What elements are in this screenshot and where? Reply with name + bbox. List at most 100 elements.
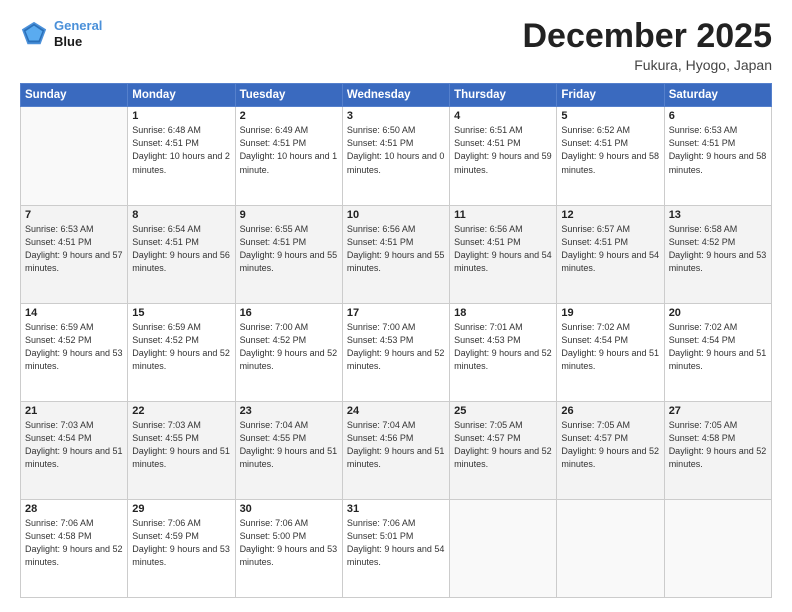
calendar-cell: 18Sunrise: 7:01 AM Sunset: 4:53 PM Dayli… [450, 303, 557, 401]
col-tuesday: Tuesday [235, 84, 342, 107]
day-number: 14 [25, 307, 123, 319]
calendar-cell: 22Sunrise: 7:03 AM Sunset: 4:55 PM Dayli… [128, 401, 235, 499]
calendar-cell: 7 Sunrise: 6:53 AM Sunset: 4:51 PM Daylig… [21, 205, 128, 303]
calendar-cell: 16 Sunrise: 7:00 AM Sunset: 4:52 PM Dayli… [235, 303, 342, 401]
day-info: Sunrise: 7:00 AM Sunset: 4:52 PM Dayligh… [240, 321, 338, 373]
day-number: 1 [132, 110, 230, 122]
col-monday: Monday [128, 84, 235, 107]
day-number: 3 [347, 110, 445, 122]
calendar-cell: 8 Sunrise: 6:54 AM Sunset: 4:51 PM Daylig… [128, 205, 235, 303]
day-number: 28 [25, 503, 123, 515]
calendar-cell: 29 Sunrise: 7:06 AM Sunset: 4:59 PM Dayli… [128, 499, 235, 597]
calendar-cell: 27 Sunrise: 7:05 AM Sunset: 4:58 PM Dayli… [664, 401, 771, 499]
day-number: 13 [669, 209, 767, 221]
day-number: 12 [561, 209, 659, 221]
week-row-4: 21 Sunrise: 7:03 AM Sunset: 4:54 PM Dayli… [21, 401, 772, 499]
day-info: Sunrise: 6:53 AM Sunset: 4:51 PM Dayligh… [25, 223, 123, 275]
calendar-cell: 11Sunrise: 6:56 AM Sunset: 4:51 PM Dayli… [450, 205, 557, 303]
day-number: 23 [240, 405, 338, 417]
day-info: Sunrise: 6:58 AM Sunset: 4:52 PM Dayligh… [669, 223, 767, 275]
day-number: 26 [561, 405, 659, 417]
day-number: 2 [240, 110, 338, 122]
calendar-cell: 13 Sunrise: 6:58 AM Sunset: 4:52 PM Dayli… [664, 205, 771, 303]
day-number: 15 [132, 307, 230, 319]
subtitle: Fukura, Hyogo, Japan [522, 57, 772, 73]
calendar-cell: 26 Sunrise: 7:05 AM Sunset: 4:57 PM Dayli… [557, 401, 664, 499]
calendar-cell: 24Sunrise: 7:04 AM Sunset: 4:56 PM Dayli… [342, 401, 449, 499]
day-info: Sunrise: 6:59 AM Sunset: 4:52 PM Dayligh… [25, 321, 123, 373]
calendar-table: Sunday Monday Tuesday Wednesday Thursday… [20, 83, 772, 598]
day-number: 17 [347, 307, 445, 319]
calendar-cell: 21 Sunrise: 7:03 AM Sunset: 4:54 PM Dayli… [21, 401, 128, 499]
calendar-cell: 15 Sunrise: 6:59 AM Sunset: 4:52 PM Dayli… [128, 303, 235, 401]
calendar-cell [21, 107, 128, 205]
day-info: Sunrise: 7:06 AM Sunset: 4:58 PM Dayligh… [25, 517, 123, 569]
day-info: Sunrise: 7:01 AM Sunset: 4:53 PM Dayligh… [454, 321, 552, 373]
calendar-cell: 17 Sunrise: 7:00 AM Sunset: 4:53 PM Dayli… [342, 303, 449, 401]
day-info: Sunrise: 7:04 AM Sunset: 4:55 PM Dayligh… [240, 419, 338, 471]
title-block: December 2025 Fukura, Hyogo, Japan [522, 18, 772, 73]
day-info: Sunrise: 7:06 AM Sunset: 5:01 PM Dayligh… [347, 517, 445, 569]
week-row-5: 28 Sunrise: 7:06 AM Sunset: 4:58 PM Dayli… [21, 499, 772, 597]
day-number: 24 [347, 405, 445, 417]
day-number: 21 [25, 405, 123, 417]
day-info: Sunrise: 6:59 AM Sunset: 4:52 PM Dayligh… [132, 321, 230, 373]
day-number: 10 [347, 209, 445, 221]
header: General Blue December 2025 Fukura, Hyogo… [20, 18, 772, 73]
day-number: 20 [669, 307, 767, 319]
day-info: Sunrise: 7:00 AM Sunset: 4:53 PM Dayligh… [347, 321, 445, 373]
col-wednesday: Wednesday [342, 84, 449, 107]
calendar-cell [664, 499, 771, 597]
day-info: Sunrise: 6:53 AM Sunset: 4:51 PM Dayligh… [669, 124, 767, 176]
day-info: Sunrise: 6:54 AM Sunset: 4:51 PM Dayligh… [132, 223, 230, 275]
day-info: Sunrise: 6:56 AM Sunset: 4:51 PM Dayligh… [347, 223, 445, 275]
day-info: Sunrise: 6:52 AM Sunset: 4:51 PM Dayligh… [561, 124, 659, 176]
day-info: Sunrise: 6:48 AM Sunset: 4:51 PM Dayligh… [132, 124, 230, 176]
calendar-cell: 19Sunrise: 7:02 AM Sunset: 4:54 PM Dayli… [557, 303, 664, 401]
calendar-cell: 4Sunrise: 6:51 AM Sunset: 4:51 PM Daylig… [450, 107, 557, 205]
day-info: Sunrise: 7:03 AM Sunset: 4:54 PM Dayligh… [25, 419, 123, 471]
day-number: 29 [132, 503, 230, 515]
week-row-1: 1 Sunrise: 6:48 AM Sunset: 4:51 PM Daylig… [21, 107, 772, 205]
week-row-3: 14 Sunrise: 6:59 AM Sunset: 4:52 PM Dayli… [21, 303, 772, 401]
logo: General Blue [20, 18, 102, 49]
calendar-cell [450, 499, 557, 597]
calendar-cell: 9 Sunrise: 6:55 AM Sunset: 4:51 PM Daylig… [235, 205, 342, 303]
day-info: Sunrise: 7:06 AM Sunset: 4:59 PM Dayligh… [132, 517, 230, 569]
calendar-cell: 5 Sunrise: 6:52 AM Sunset: 4:51 PM Daylig… [557, 107, 664, 205]
day-number: 9 [240, 209, 338, 221]
day-info: Sunrise: 6:57 AM Sunset: 4:51 PM Dayligh… [561, 223, 659, 275]
page: General Blue December 2025 Fukura, Hyogo… [0, 0, 792, 612]
day-number: 8 [132, 209, 230, 221]
day-number: 5 [561, 110, 659, 122]
calendar-cell: 12 Sunrise: 6:57 AM Sunset: 4:51 PM Dayli… [557, 205, 664, 303]
day-number: 4 [454, 110, 552, 122]
day-info: Sunrise: 7:05 AM Sunset: 4:57 PM Dayligh… [454, 419, 552, 471]
main-title: December 2025 [522, 18, 772, 55]
calendar-cell: 10 Sunrise: 6:56 AM Sunset: 4:51 PM Dayli… [342, 205, 449, 303]
calendar-cell: 2 Sunrise: 6:49 AM Sunset: 4:51 PM Daylig… [235, 107, 342, 205]
week-row-2: 7 Sunrise: 6:53 AM Sunset: 4:51 PM Daylig… [21, 205, 772, 303]
col-friday: Friday [557, 84, 664, 107]
calendar-cell: 14 Sunrise: 6:59 AM Sunset: 4:52 PM Dayli… [21, 303, 128, 401]
col-sunday: Sunday [21, 84, 128, 107]
day-number: 27 [669, 405, 767, 417]
day-info: Sunrise: 6:49 AM Sunset: 4:51 PM Dayligh… [240, 124, 338, 176]
day-number: 30 [240, 503, 338, 515]
day-info: Sunrise: 7:05 AM Sunset: 4:58 PM Dayligh… [669, 419, 767, 471]
day-info: Sunrise: 6:56 AM Sunset: 4:51 PM Dayligh… [454, 223, 552, 275]
day-number: 19 [561, 307, 659, 319]
day-info: Sunrise: 6:55 AM Sunset: 4:51 PM Dayligh… [240, 223, 338, 275]
calendar-cell: 1 Sunrise: 6:48 AM Sunset: 4:51 PM Daylig… [128, 107, 235, 205]
col-thursday: Thursday [450, 84, 557, 107]
day-number: 6 [669, 110, 767, 122]
day-info: Sunrise: 7:06 AM Sunset: 5:00 PM Dayligh… [240, 517, 338, 569]
calendar-cell: 23 Sunrise: 7:04 AM Sunset: 4:55 PM Dayli… [235, 401, 342, 499]
day-info: Sunrise: 7:03 AM Sunset: 4:55 PM Dayligh… [132, 419, 230, 471]
day-number: 31 [347, 503, 445, 515]
calendar-cell [557, 499, 664, 597]
day-info: Sunrise: 7:05 AM Sunset: 4:57 PM Dayligh… [561, 419, 659, 471]
day-number: 7 [25, 209, 123, 221]
day-number: 16 [240, 307, 338, 319]
day-info: Sunrise: 7:02 AM Sunset: 4:54 PM Dayligh… [669, 321, 767, 373]
